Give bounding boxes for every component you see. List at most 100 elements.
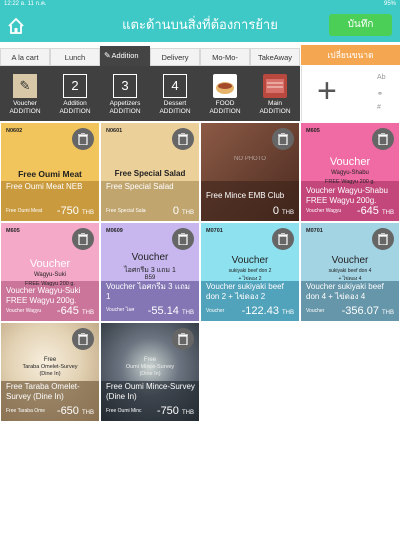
status-battery: 95% — [383, 1, 396, 7]
home-icon[interactable] — [6, 16, 26, 36]
item-name: Voucher Wagyu-Shabu FREE Wagyu 200g. — [306, 186, 388, 205]
tab-addition-label: Addition — [111, 51, 139, 60]
item-line2: Wagyu-Suki — [33, 272, 67, 278]
item-name: Voucher ไอศกรีม 3 แถม 1 — [106, 282, 191, 301]
header-bar: แตะด้านบนสิ่งที่ต้องการย้าย บันทึก — [0, 9, 400, 42]
item-name: Free Oumi Meat NEB — [6, 182, 83, 191]
pencil-icon: ✎ — [104, 51, 111, 60]
item-headline: Voucher — [29, 258, 71, 270]
category-label: Addition ADDITION — [59, 100, 91, 115]
item-card[interactable]: N0601 Free Special Salad Free Special Sa… — [101, 123, 199, 221]
item-card[interactable]: Free Taraba Omelet-Survey (Dine In) Free… — [1, 323, 99, 421]
category-bar: ✎ Voucher ADDITION 2 Addition ADDITION 3… — [0, 66, 300, 121]
item-card[interactable]: M605 Voucher Wagyu-Suki FREE Wagyu 200 g… — [1, 223, 99, 321]
category-label: Voucher ADDITION — [9, 100, 41, 115]
item-headline: Free — [43, 357, 57, 363]
item-price: -645 THB — [356, 205, 394, 217]
category-appetizers[interactable]: 3 Appetizers ADDITION — [100, 66, 150, 121]
item-card[interactable]: M0701 Voucher sukiyaki beef don 2 + ไข่ด… — [201, 223, 299, 321]
category-dessert[interactable]: 4 Dessert ADDITION — [150, 66, 200, 121]
trash-icon[interactable] — [72, 328, 94, 350]
category-label: Appetizers ADDITION — [109, 100, 141, 115]
item-headline: Voucher — [231, 255, 269, 266]
item-price: 0 THB — [272, 205, 294, 217]
item-line3: (Dine In) — [139, 371, 161, 377]
item-headline: Free Oumi Meat — [18, 169, 82, 179]
item-name: Voucher Wagyu-Suki FREE Wagyu 200g. — [6, 286, 81, 305]
item-sub: Voucher Wagyu — [6, 308, 42, 314]
item-sub: Free Taraba Ome — [6, 408, 46, 414]
item-sub: Free Special Salad — [106, 208, 146, 214]
page-title: แตะด้านบนสิ่งที่ต้องการย้าย — [122, 17, 278, 32]
menu-tabs: A la cart Lunch ✎ Addition Delivery Mo-Mo… — [0, 46, 300, 80]
trash-icon[interactable] — [72, 128, 94, 150]
item-line2: sukiyaki beef don 2 — [228, 268, 272, 274]
item-line2: Wagyu-Shabu — [331, 170, 369, 176]
number-icon: 2 — [63, 74, 87, 98]
item-price: -356.07 THB — [341, 305, 394, 317]
item-name: Free Oumi Mince-Survey (Dine In) — [106, 382, 195, 401]
food-bowl-icon — [213, 74, 237, 98]
item-card[interactable]: Free Oumi Mince-Survey (Dine In) Free Ou… — [101, 323, 199, 421]
item-card[interactable]: M605 Voucher Wagyu-Shabu FREE Wagyu 200 … — [301, 123, 399, 221]
text-size-icon[interactable]: Ab — [377, 74, 386, 81]
category-main[interactable]: Main ADDITION — [250, 66, 300, 121]
category-food[interactable]: FOOD ADDITION — [200, 66, 250, 121]
link-icon[interactable]: ⚭ — [377, 90, 383, 98]
item-name: Free Taraba Omelet-Survey (Dine In) — [6, 382, 80, 401]
add-icon[interactable]: + — [317, 74, 337, 108]
tab-momo-delivery[interactable]: Mo-Mo-Deliv... — [200, 48, 250, 80]
tab-a-la-cart[interactable]: A la cart — [0, 48, 50, 66]
item-sub: Voucher Wagyu — [306, 208, 342, 214]
status-bar: 12:22 อ. 11 ก.ค. 95% — [0, 0, 400, 9]
item-name: Free Mince EMB Club — [206, 191, 285, 200]
tab-delivery[interactable]: Delivery — [150, 48, 200, 66]
category-label: Dessert ADDITION — [159, 100, 191, 115]
trash-icon[interactable] — [272, 128, 294, 150]
item-headline: Free Special Salad — [114, 169, 186, 178]
item-line2: Oumi Mince-Survey — [125, 364, 175, 370]
item-name: Voucher sukiyaki beef don 4 + ไข่ดอง 4 — [306, 282, 384, 301]
trash-icon[interactable] — [172, 128, 194, 150]
resize-button[interactable]: เปลี่ยนขนาด — [301, 45, 400, 65]
trash-icon[interactable] — [372, 228, 394, 250]
item-card[interactable]: M0701 Voucher sukiyaki beef don 4 + ไข่ด… — [301, 223, 399, 321]
item-card[interactable]: M0609 Voucher ไอศกรีม 3 แถม 1 B59 Vouche… — [101, 223, 199, 321]
trash-icon[interactable] — [272, 228, 294, 250]
item-price: -122.43 THB — [241, 305, 294, 317]
category-label: Main ADDITION — [259, 100, 291, 115]
item-headline: Voucher — [329, 156, 371, 168]
item-headline: Voucher — [331, 255, 369, 266]
item-line2: sukiyaki beef don 4 — [328, 268, 372, 274]
status-time: 12:22 อ. 11 ก.ค. — [4, 1, 47, 7]
number-icon: 4 — [163, 74, 187, 98]
item-price: -645 THB — [56, 305, 94, 317]
item-code: M0609 — [106, 228, 123, 234]
trash-icon[interactable] — [172, 228, 194, 250]
hash-icon[interactable]: # — [377, 104, 381, 111]
tab-takeaway[interactable]: TakeAway — [250, 48, 300, 66]
item-name: Voucher sukiyaki beef don 2 + ไข่ดอง 2 — [206, 282, 284, 301]
meat-icon — [263, 74, 287, 98]
voucher-icon: ✎ — [13, 74, 37, 98]
item-code: M605 — [306, 128, 320, 134]
item-sub: Free Oumi Meat — [6, 208, 43, 214]
save-button[interactable]: บันทึก — [329, 14, 392, 36]
item-name: Free Special Salad — [106, 182, 174, 191]
tab-lunch[interactable]: Lunch — [50, 48, 100, 66]
item-code: M605 — [6, 228, 20, 234]
item-headline: Voucher — [131, 252, 169, 263]
item-price: -650 THB — [56, 405, 94, 417]
trash-icon[interactable] — [72, 228, 94, 250]
category-addition[interactable]: 2 Addition ADDITION — [50, 66, 100, 121]
item-card[interactable]: NO PHOTO Free Mince EMB Club 0 THB — [201, 123, 299, 221]
trash-icon[interactable] — [172, 328, 194, 350]
category-voucher[interactable]: ✎ Voucher ADDITION — [0, 66, 50, 121]
item-headline: Free — [143, 357, 157, 363]
trash-icon[interactable] — [372, 128, 394, 150]
item-line3: (Dine In) — [39, 371, 61, 377]
item-card[interactable]: N0602 Free Oumi Meat Free Oumi Meat NEB … — [1, 123, 99, 221]
item-code: M0701 — [206, 228, 223, 234]
item-sub: Voucher — [306, 308, 325, 314]
tab-addition[interactable]: ✎ Addition — [100, 46, 150, 66]
